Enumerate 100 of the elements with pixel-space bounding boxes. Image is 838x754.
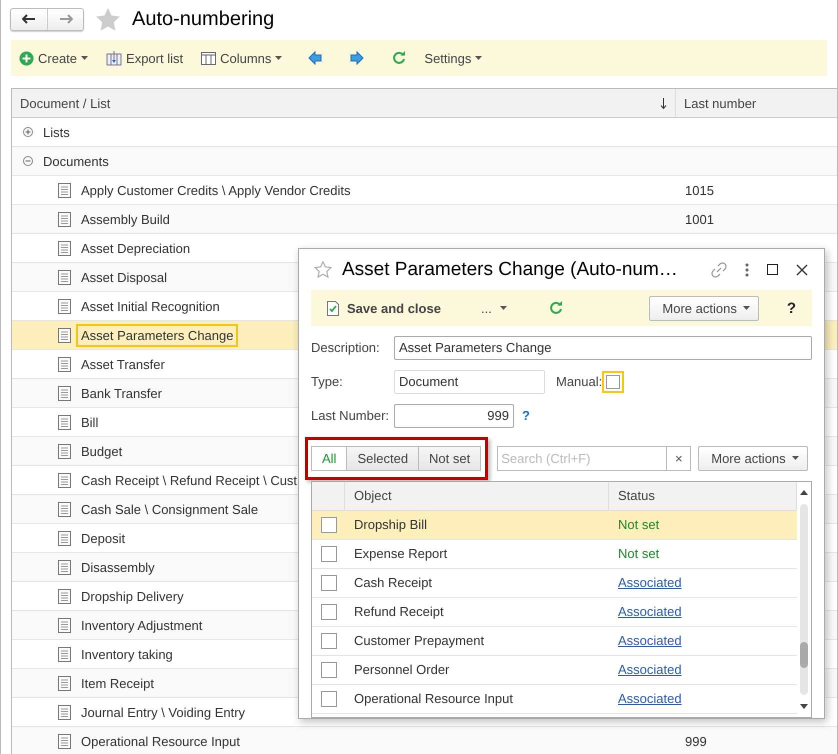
- row-checkbox[interactable]: [320, 632, 336, 649]
- document-icon: [58, 270, 71, 284]
- star-icon[interactable]: [314, 261, 332, 278]
- object-cell-text: Operational Resource Input: [353, 690, 514, 708]
- group-name[interactable]: Lists: [38, 120, 75, 144]
- document-name[interactable]: Cash Sale \ Consignment Sale: [76, 498, 264, 520]
- save-and-close-button[interactable]: Save and close: [321, 300, 447, 316]
- help-link[interactable]: ?: [522, 408, 530, 424]
- object-cell-text: Dropship Bill: [353, 516, 428, 534]
- scroll-down-icon[interactable]: [800, 704, 808, 709]
- field-label: Manual:: [556, 374, 602, 390]
- description-field[interactable]: Asset Parameters Change: [394, 336, 812, 360]
- column-header: Document / List: [20, 96, 110, 110]
- document-icon: [58, 444, 71, 458]
- columns-icon: [201, 52, 216, 64]
- object-cell-text: Cash Receipt: [353, 574, 434, 592]
- row-checkbox[interactable]: [320, 546, 336, 562]
- scroll-thumb[interactable]: [800, 642, 808, 668]
- caret-icon: [81, 56, 88, 60]
- columns-button[interactable]: Columns: [199, 50, 284, 66]
- document-name[interactable]: Inventory Adjustment: [76, 614, 208, 636]
- last-number: 1015: [684, 182, 714, 200]
- settings-button[interactable]: Settings: [422, 50, 484, 66]
- status-link[interactable]: Associated: [618, 662, 682, 678]
- create-button[interactable]: Create: [17, 50, 90, 66]
- status-link[interactable]: Associated: [618, 604, 682, 620]
- sort-arrow-icon[interactable]: [660, 98, 667, 108]
- more-actions-button[interactable]: More actions: [698, 446, 808, 471]
- document-icon: [58, 646, 71, 662]
- refresh-icon: [548, 301, 563, 315]
- dialog-title: Asset Parameters Change (Auto-num…: [342, 258, 679, 281]
- document-name[interactable]: Asset Parameters Change: [76, 324, 238, 346]
- filter-tab[interactable]: Not set: [418, 446, 482, 471]
- document-icon: [58, 240, 71, 256]
- column-header: Object: [345, 482, 609, 510]
- last-number-field[interactable]: 999: [394, 404, 514, 428]
- document-name[interactable]: Journal Entry \ Voiding Entry: [76, 700, 250, 724]
- document-name[interactable]: Operational Resource Input: [76, 730, 245, 752]
- star-icon[interactable]: [96, 8, 120, 30]
- document-icon: [58, 414, 71, 430]
- status-link[interactable]: Associated: [618, 575, 682, 590]
- search-field[interactable]: Search (Ctrl+F) ×: [497, 446, 692, 471]
- row-checkbox[interactable]: [320, 662, 336, 678]
- help-button[interactable]: ?: [780, 298, 802, 318]
- document-name[interactable]: Bill: [76, 410, 104, 434]
- document-name[interactable]: Apply Customer Credits \ Apply Vendor Credits: [76, 178, 356, 202]
- page-title: Auto-numbering: [132, 8, 274, 30]
- document-icon: [58, 212, 71, 226]
- status-link[interactable]: Associated: [618, 633, 682, 648]
- menu-button[interactable]: ...: [474, 300, 513, 316]
- document-name[interactable]: Disassembly: [76, 556, 160, 578]
- more-actions-button[interactable]: More actions: [649, 296, 759, 320]
- document-icon: [58, 704, 71, 720]
- object-cell-text: Personnel Order: [353, 661, 450, 680]
- row-checkbox[interactable]: [320, 604, 336, 620]
- caret-icon: [500, 306, 507, 310]
- document-name[interactable]: Item Receipt: [76, 672, 159, 694]
- document-icon: [58, 588, 71, 604]
- last-number: 1001: [684, 210, 714, 228]
- document-icon: [58, 734, 71, 748]
- document-icon: [58, 618, 71, 632]
- object-cell-text: Refund Receipt: [353, 603, 445, 622]
- left-arrow-icon: [308, 51, 322, 65]
- column-header: Last number: [684, 96, 756, 110]
- document-name[interactable]: Budget: [76, 440, 128, 462]
- document-name[interactable]: Asset Transfer: [76, 352, 170, 376]
- row-checkbox[interactable]: [320, 690, 336, 707]
- row-checkbox[interactable]: [320, 516, 336, 533]
- forward-button[interactable]: [348, 51, 366, 65]
- right-arrow-icon: [58, 14, 72, 24]
- status-link[interactable]: Associated: [618, 691, 682, 706]
- document-name[interactable]: Deposit: [76, 526, 130, 550]
- field-label: Last Number:: [311, 408, 390, 424]
- document-name[interactable]: Assembly Build: [76, 208, 175, 230]
- document-name[interactable]: Inventory taking: [76, 642, 178, 666]
- object-cell-text: Expense Report: [353, 545, 448, 564]
- document-icon: [58, 560, 71, 574]
- filter-tab[interactable]: All: [311, 446, 348, 471]
- document-icon: [58, 298, 71, 314]
- collapse-toggle[interactable]: [23, 156, 33, 166]
- document-name[interactable]: Asset Depreciation: [76, 236, 196, 260]
- expand-toggle[interactable]: [23, 127, 33, 137]
- manual-checkbox[interactable]: [602, 370, 624, 393]
- refresh-icon: [392, 51, 406, 65]
- document-check-icon: [327, 300, 339, 316]
- document-name[interactable]: Cash Receipt \ Refund Receipt \ Cust: [76, 468, 302, 492]
- document-name[interactable]: Dropship Delivery: [76, 584, 189, 608]
- document-name[interactable]: Bank Transfer: [76, 382, 167, 404]
- document-name[interactable]: Asset Initial Recognition: [76, 294, 225, 318]
- document-name[interactable]: Asset Disposal: [76, 266, 172, 288]
- type-field[interactable]: Document: [394, 370, 545, 394]
- document-icon: [58, 386, 71, 400]
- last-number: 999: [684, 732, 707, 750]
- export-button[interactable]: Export list: [104, 50, 186, 66]
- group-name[interactable]: Documents: [38, 150, 114, 172]
- right-arrow-icon: [350, 51, 364, 65]
- document-icon: [58, 502, 71, 516]
- caret-icon: [742, 306, 750, 310]
- filter-tab[interactable]: Selected: [346, 446, 420, 471]
- row-checkbox[interactable]: [320, 574, 336, 591]
